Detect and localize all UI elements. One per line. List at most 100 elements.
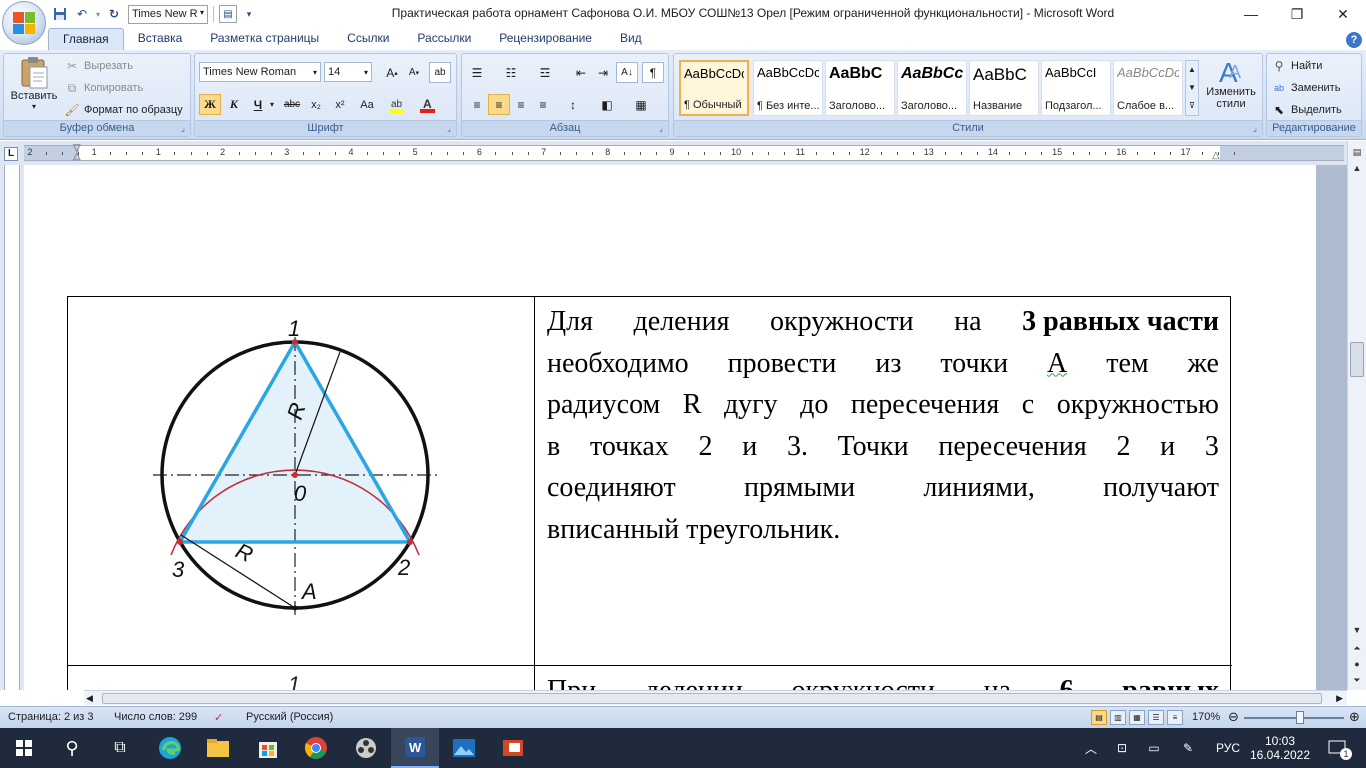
- bold-button[interactable]: Ж: [199, 94, 221, 115]
- tab-page-layout[interactable]: Разметка страницы: [196, 28, 333, 50]
- scroll-right-icon[interactable]: ▶: [1336, 693, 1343, 704]
- page[interactable]: 123R0RA Для деления окружности на 3 равных ч…: [24, 165, 1316, 690]
- strikethrough-button[interactable]: abc: [281, 94, 303, 115]
- tab-selector-icon[interactable]: L: [4, 147, 18, 161]
- borders-button[interactable]: ▦: [630, 94, 652, 115]
- outline-view-button[interactable]: ☰: [1148, 710, 1164, 725]
- tab-mailings[interactable]: Рассылки: [403, 28, 485, 50]
- store-icon[interactable]: [244, 728, 292, 768]
- scroll-up-icon[interactable]: ▲: [1350, 161, 1364, 175]
- paste-button[interactable]: Вставить ▾: [8, 56, 60, 111]
- style-subtitle[interactable]: AaBbCcI Подзагол...: [1041, 60, 1111, 116]
- close-button[interactable]: ✕: [1320, 0, 1366, 28]
- next-page-icon[interactable]: ⏷: [1350, 673, 1364, 687]
- prev-page-icon[interactable]: ⏶: [1350, 641, 1364, 655]
- horizontal-scrollbar[interactable]: ◀ ▶: [84, 690, 1347, 705]
- grow-font-button[interactable]: A ▴: [381, 62, 403, 83]
- font-family-combo[interactable]: Times New Roman ▾: [199, 62, 321, 82]
- vertical-scrollbar[interactable]: ▤ ▲ ▼ ⏶ ● ⏷: [1347, 141, 1366, 690]
- multilevel-list-button[interactable]: ☲: [534, 62, 556, 83]
- select-button[interactable]: ⬉ Выделить: [1271, 100, 1342, 120]
- print-layout-view-button[interactable]: ▤: [1091, 710, 1107, 725]
- styles-scroll[interactable]: ▲ ▼ ⊽: [1185, 60, 1199, 116]
- tab-home[interactable]: Главная: [48, 28, 124, 50]
- decrease-indent-button[interactable]: ⇤: [570, 62, 592, 83]
- align-right-button[interactable]: ≡: [510, 94, 532, 115]
- select-browse-object-icon[interactable]: ●: [1350, 657, 1364, 671]
- powerpoint-icon[interactable]: [489, 728, 537, 768]
- clipboard-launcher-icon[interactable]: ⌟: [178, 124, 188, 134]
- change-styles-button[interactable]: AA Изменить стили: [1202, 56, 1260, 110]
- subscript-button[interactable]: x₂: [305, 94, 327, 115]
- zoom-level[interactable]: 170%: [1192, 711, 1220, 723]
- document-area[interactable]: 123R0RA Для деления окружности на 3 равных ч…: [24, 165, 1347, 690]
- photos-icon[interactable]: [440, 728, 488, 768]
- format-painter-button[interactable]: 🖌 Формат по образцу: [64, 100, 182, 120]
- sort-button[interactable]: A↓: [616, 62, 638, 83]
- help-icon[interactable]: ?: [1346, 32, 1362, 48]
- page-counter[interactable]: Страница: 2 из 3: [8, 711, 94, 723]
- clear-formatting-button[interactable]: ab: [429, 62, 451, 83]
- restore-button[interactable]: ❐: [1274, 0, 1320, 28]
- copy-button[interactable]: ⧉ Копировать: [64, 78, 144, 98]
- edge-icon[interactable]: [146, 728, 194, 768]
- replace-button[interactable]: ab Заменить: [1271, 78, 1340, 98]
- zoom-slider-thumb[interactable]: [1296, 711, 1304, 724]
- media-player-icon[interactable]: [342, 728, 390, 768]
- highlight-button[interactable]: ab: [387, 94, 409, 115]
- zoom-slider-track[interactable]: [1244, 717, 1344, 719]
- word-taskbar-icon[interactable]: W: [391, 728, 439, 768]
- full-screen-view-button[interactable]: ▥: [1110, 710, 1126, 725]
- style-title[interactable]: AaBbC Название: [969, 60, 1039, 116]
- keyboard-language[interactable]: РУС: [1210, 728, 1246, 768]
- zoom-out-icon[interactable]: ⊖: [1228, 709, 1239, 725]
- scroll-down-icon[interactable]: ▼: [1350, 623, 1364, 637]
- minimize-button[interactable]: —: [1228, 0, 1274, 28]
- numbering-button[interactable]: ☷: [500, 62, 522, 83]
- word-count[interactable]: Число слов: 299: [114, 711, 197, 723]
- tab-insert[interactable]: Вставка: [124, 28, 197, 50]
- cut-button[interactable]: ✂ Вырезать: [64, 56, 133, 76]
- ruler-toggle-icon[interactable]: ▤: [1350, 145, 1364, 159]
- chrome-icon[interactable]: [292, 728, 340, 768]
- superscript-button[interactable]: x²: [329, 94, 351, 115]
- style-heading-2[interactable]: AaBbCc Заголово...: [897, 60, 967, 116]
- battery-icon[interactable]: ▭: [1142, 728, 1166, 768]
- language-indicator[interactable]: Русский (Россия): [246, 711, 333, 723]
- font-size-combo[interactable]: 14 ▾: [324, 62, 372, 82]
- style-subtle-emphasis[interactable]: AaBbCcDc Слабое в...: [1113, 60, 1183, 116]
- line-spacing-button[interactable]: ↕: [562, 94, 584, 115]
- scroll-left-icon[interactable]: ◀: [86, 693, 93, 704]
- shading-button[interactable]: ◧: [596, 94, 618, 115]
- draft-view-button[interactable]: ≡: [1167, 710, 1183, 725]
- zoom-in-icon[interactable]: ⊕: [1349, 709, 1360, 725]
- indent-marker-icon[interactable]: ▽ △: [73, 144, 81, 162]
- web-layout-view-button[interactable]: ▦: [1129, 710, 1145, 725]
- style-normal[interactable]: AaBbCcDc ¶ Обычный: [679, 60, 749, 116]
- style-heading-1[interactable]: AaBbC Заголово...: [825, 60, 895, 116]
- find-button[interactable]: ⚲ Найти: [1271, 56, 1323, 76]
- shrink-font-button[interactable]: A ▾: [403, 62, 425, 83]
- horizontal-ruler[interactable]: ▽ △ △ 2 1 1 2 3 4 5 6 7 8 9 10 11 12 13 14 15 16 17: [24, 144, 1344, 162]
- horizontal-scroll-thumb[interactable]: [102, 693, 1322, 704]
- office-button[interactable]: [2, 1, 46, 45]
- clock[interactable]: 10:03 16.04.2022: [1250, 728, 1310, 768]
- spellcheck-icon[interactable]: ✓: [214, 711, 223, 724]
- justify-button[interactable]: ≡: [532, 94, 554, 115]
- style-no-spacing[interactable]: AaBbCcDc ¶ Без инте...: [753, 60, 823, 116]
- tab-review[interactable]: Рецензирование: [485, 28, 606, 50]
- change-case-button[interactable]: Aa: [353, 94, 381, 115]
- show-marks-button[interactable]: ¶: [642, 62, 664, 83]
- font-launcher-icon[interactable]: ⌟: [444, 124, 454, 134]
- search-icon[interactable]: ⚲: [48, 728, 96, 768]
- styles-launcher-icon[interactable]: ⌟: [1250, 124, 1260, 134]
- notifications-icon[interactable]: 1: [1322, 728, 1352, 768]
- font-color-button[interactable]: A: [417, 94, 439, 115]
- show-hidden-icons[interactable]: ︿: [1080, 728, 1102, 768]
- vertical-ruler[interactable]: [4, 165, 20, 690]
- italic-button[interactable]: К: [223, 94, 245, 115]
- align-center-button[interactable]: ≡: [488, 94, 510, 115]
- vertical-scroll-thumb[interactable]: [1350, 342, 1364, 377]
- increase-indent-button[interactable]: ⇥: [592, 62, 614, 83]
- align-left-button[interactable]: ≡: [466, 94, 488, 115]
